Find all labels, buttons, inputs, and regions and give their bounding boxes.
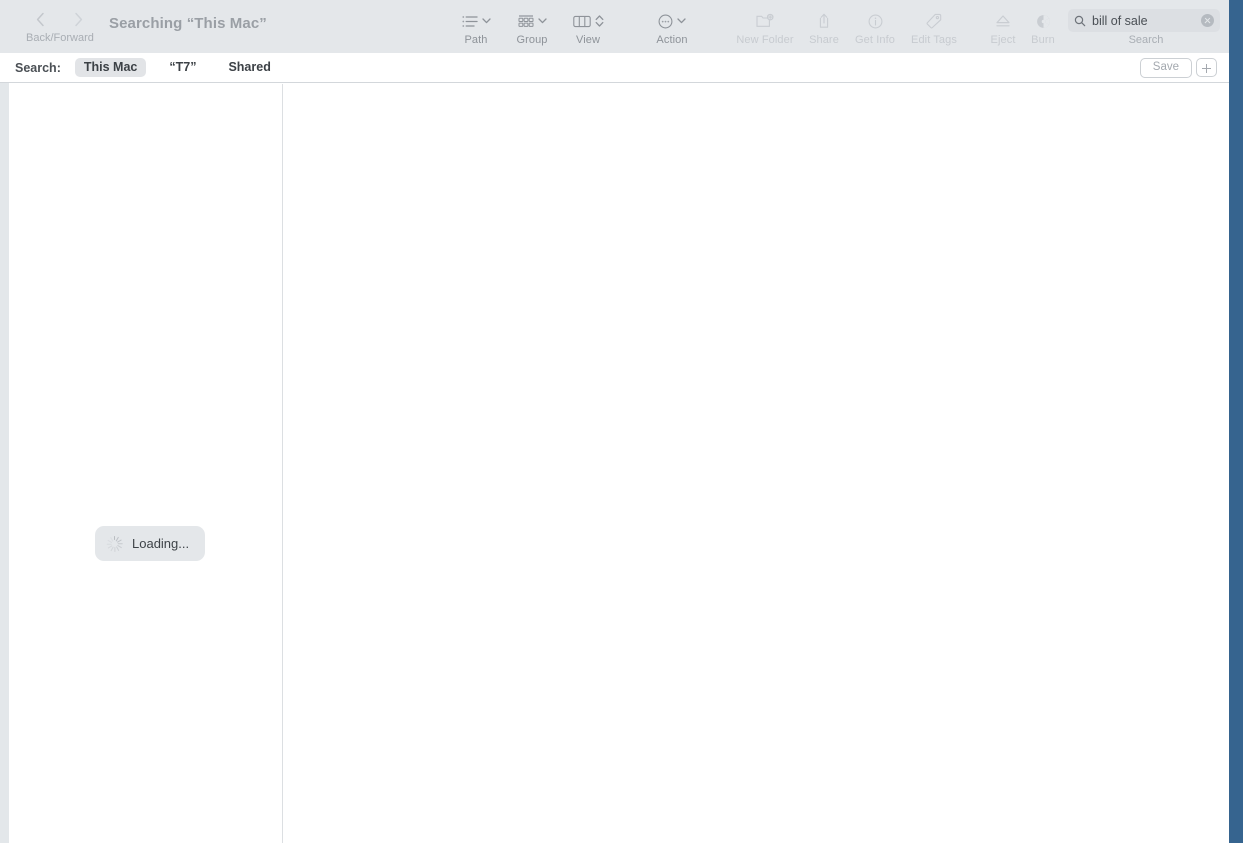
toolbar-button-burn: Burn: [1019, 8, 1067, 47]
search-field[interactable]: bill of sale: [1068, 9, 1220, 32]
toolbar-label-view: View: [575, 34, 601, 46]
scope-chip-this-mac[interactable]: This Mac: [74, 58, 147, 77]
new-folder-icon: [756, 13, 774, 28]
clear-circle-icon[interactable]: [1201, 14, 1214, 27]
toolbar-button-action[interactable]: Action: [648, 8, 696, 47]
toolbar-label-share: Share: [809, 34, 839, 46]
chevron-right-icon[interactable]: [74, 12, 83, 27]
chevron-left-icon[interactable]: [36, 12, 45, 27]
toolbar-label-burn: Burn: [1031, 34, 1055, 46]
finder-toolbar: Back/Forward Searching “This Mac” Path G…: [0, 0, 1229, 53]
column-view-icon: [572, 15, 591, 28]
desktop-right-strip: [1229, 0, 1243, 843]
search-icon: [1074, 15, 1086, 27]
toolbar-label-group: Group: [516, 34, 548, 46]
chevron-down-icon[interactable]: [537, 18, 547, 24]
toolbar-button-path[interactable]: Path: [452, 8, 500, 47]
scope-label: Search:: [15, 60, 61, 75]
action-circle-icon: [658, 14, 673, 29]
chevron-up-down-icon[interactable]: [595, 14, 604, 28]
chevron-down-icon[interactable]: [481, 18, 491, 24]
toolbar-button-view[interactable]: View: [564, 8, 612, 47]
finder-window: Back/Forward Searching “This Mac” Path G…: [0, 0, 1229, 843]
toolbar-label-edit-tags: Edit Tags: [911, 34, 957, 46]
search-label: Search: [1128, 34, 1164, 46]
toolbar-button-group[interactable]: Group: [508, 8, 556, 47]
chevron-down-icon[interactable]: [677, 18, 686, 24]
back-forward-label: Back/Forward: [26, 32, 94, 44]
save-button[interactable]: Save: [1139, 57, 1192, 78]
scope-chip-shared[interactable]: Shared: [219, 58, 279, 77]
grid-group-icon: [518, 14, 534, 28]
toolbar-button-new-folder: New Folder: [728, 8, 802, 47]
path-list-icon: [461, 15, 478, 28]
search-scope-bar: Search: This Mac “T7” Shared Save: [0, 53, 1229, 83]
toolbar-label-get-info: Get Info: [855, 34, 895, 46]
loading-label: Loading...: [132, 536, 190, 551]
toolbar-label-path: Path: [464, 34, 488, 46]
results-column-pane[interactable]: Loading...: [9, 84, 283, 843]
window-left-edge: [0, 83, 9, 843]
eject-icon: [995, 14, 1011, 28]
burn-disc-icon: [1036, 14, 1051, 29]
share-icon: [817, 13, 831, 29]
back-forward-group[interactable]: Back/Forward: [26, 8, 94, 45]
toolbar-button-edit-tags: Edit Tags: [904, 8, 964, 47]
toolbar-label-action: Action: [656, 34, 688, 46]
add-criteria-button[interactable]: [1196, 58, 1217, 77]
finder-content-area: Loading...: [9, 84, 1229, 843]
search-input[interactable]: bill of sale: [1092, 14, 1201, 28]
tag-icon: [926, 13, 942, 29]
desktop-background: Back/Forward Searching “This Mac” Path G…: [0, 0, 1243, 843]
spinner-icon: [106, 535, 123, 552]
loading-indicator: Loading...: [95, 526, 206, 561]
toolbar-label-new-folder: New Folder: [736, 34, 794, 46]
toolbar-button-get-info: Get Info: [848, 8, 902, 47]
search-group: bill of sale Search: [1068, 9, 1224, 47]
scope-chip-t7[interactable]: “T7”: [160, 58, 205, 77]
info-circle-icon: [868, 14, 883, 29]
page-title: Searching “This Mac”: [109, 15, 267, 32]
toolbar-button-share: Share: [800, 8, 848, 47]
scope-bar-actions: Save: [1139, 57, 1217, 78]
preview-pane[interactable]: [283, 84, 1229, 843]
